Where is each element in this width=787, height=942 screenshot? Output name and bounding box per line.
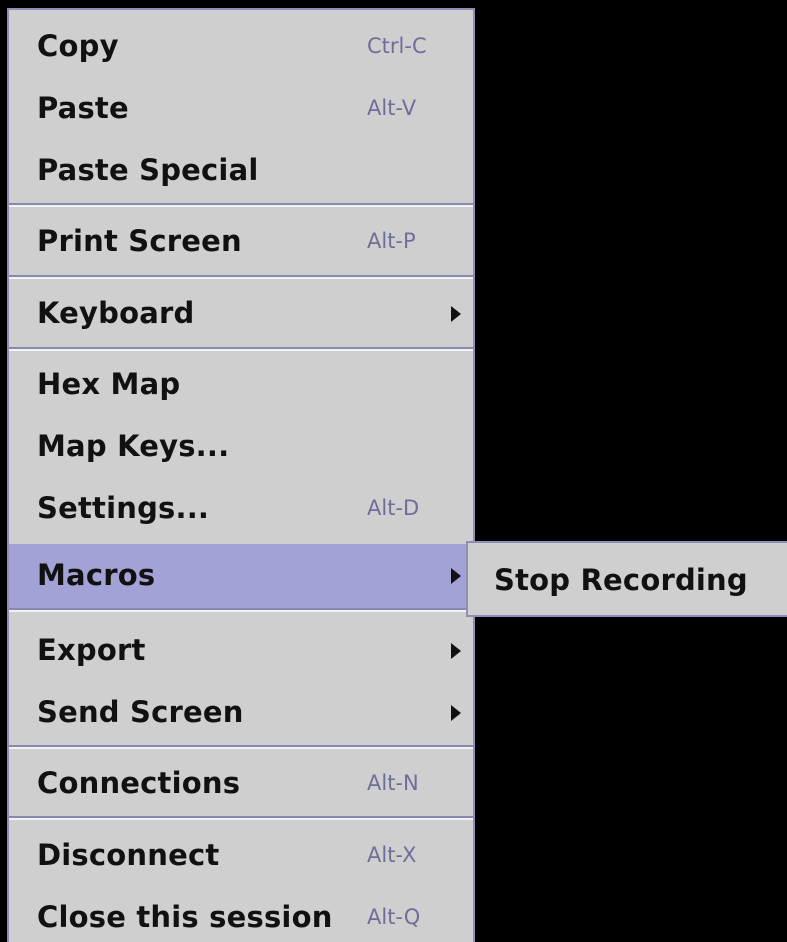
shortcut-label: Alt-Q <box>367 905 421 929</box>
menu-item-copy[interactable]: Copy Ctrl-C <box>9 15 473 77</box>
menu-item-label: Export <box>37 633 146 667</box>
shortcut-label: Alt-X <box>367 843 417 867</box>
submenu-arrow-icon <box>451 568 461 584</box>
menu-separator <box>9 745 473 749</box>
menu-item-export[interactable]: Export <box>9 619 473 681</box>
menu-separator <box>9 347 473 351</box>
menu-item-label: Hex Map <box>37 367 181 401</box>
menu-item-settings[interactable]: Settings... Alt-D <box>9 477 473 539</box>
menu-item-macros[interactable]: Macros <box>9 544 473 608</box>
menu-item-label: Keyboard <box>37 296 195 330</box>
menu-item-paste-special[interactable]: Paste Special <box>9 139 473 201</box>
shortcut-label: Ctrl-C <box>367 34 427 58</box>
menu-item-keyboard[interactable]: Keyboard <box>9 282 473 344</box>
menu-item-label: Paste <box>37 91 129 125</box>
submenu-item-label: Stop Recording <box>494 563 748 597</box>
menu-item-label: Settings... <box>37 491 210 525</box>
menu-item-send-screen[interactable]: Send Screen <box>9 681 473 743</box>
menu-item-label: Disconnect <box>37 838 220 872</box>
menu-item-disconnect[interactable]: Disconnect Alt-X <box>9 824 473 886</box>
submenu-arrow-icon <box>451 643 461 659</box>
submenu-item-stop-recording[interactable]: Stop Recording <box>468 549 787 611</box>
shortcut-label: Alt-D <box>367 496 420 520</box>
menu-item-label: Close this session <box>37 900 333 934</box>
context-menu: Copy Ctrl-C Paste Alt-V Paste Special Pr… <box>7 8 475 942</box>
shortcut-label: Alt-N <box>367 771 419 795</box>
menu-item-label: Send Screen <box>37 695 244 729</box>
shortcut-label: Alt-P <box>367 229 416 253</box>
menu-separator <box>9 816 473 820</box>
menu-item-hex-map[interactable]: Hex Map <box>9 353 473 415</box>
menu-item-label: Macros <box>37 558 156 592</box>
menu-item-map-keys[interactable]: Map Keys... <box>9 415 473 477</box>
menu-separator <box>9 275 473 279</box>
submenu-arrow-icon <box>451 705 461 721</box>
menu-separator <box>9 608 473 612</box>
menu-item-label: Connections <box>37 766 241 800</box>
menu-item-close-session[interactable]: Close this session Alt-Q <box>9 886 473 942</box>
menu-item-label: Copy <box>37 29 119 63</box>
menu-item-label: Print Screen <box>37 224 242 258</box>
macros-submenu: Stop Recording <box>466 541 787 617</box>
screen: Copy Ctrl-C Paste Alt-V Paste Special Pr… <box>0 0 787 942</box>
menu-separator <box>9 203 473 207</box>
menu-item-label: Paste Special <box>37 153 259 187</box>
menu-item-label: Map Keys... <box>37 429 230 463</box>
menu-item-paste[interactable]: Paste Alt-V <box>9 77 473 139</box>
shortcut-label: Alt-V <box>367 96 417 120</box>
menu-item-connections[interactable]: Connections Alt-N <box>9 752 473 814</box>
submenu-arrow-icon <box>451 306 461 322</box>
menu-item-print-screen[interactable]: Print Screen Alt-P <box>9 210 473 272</box>
